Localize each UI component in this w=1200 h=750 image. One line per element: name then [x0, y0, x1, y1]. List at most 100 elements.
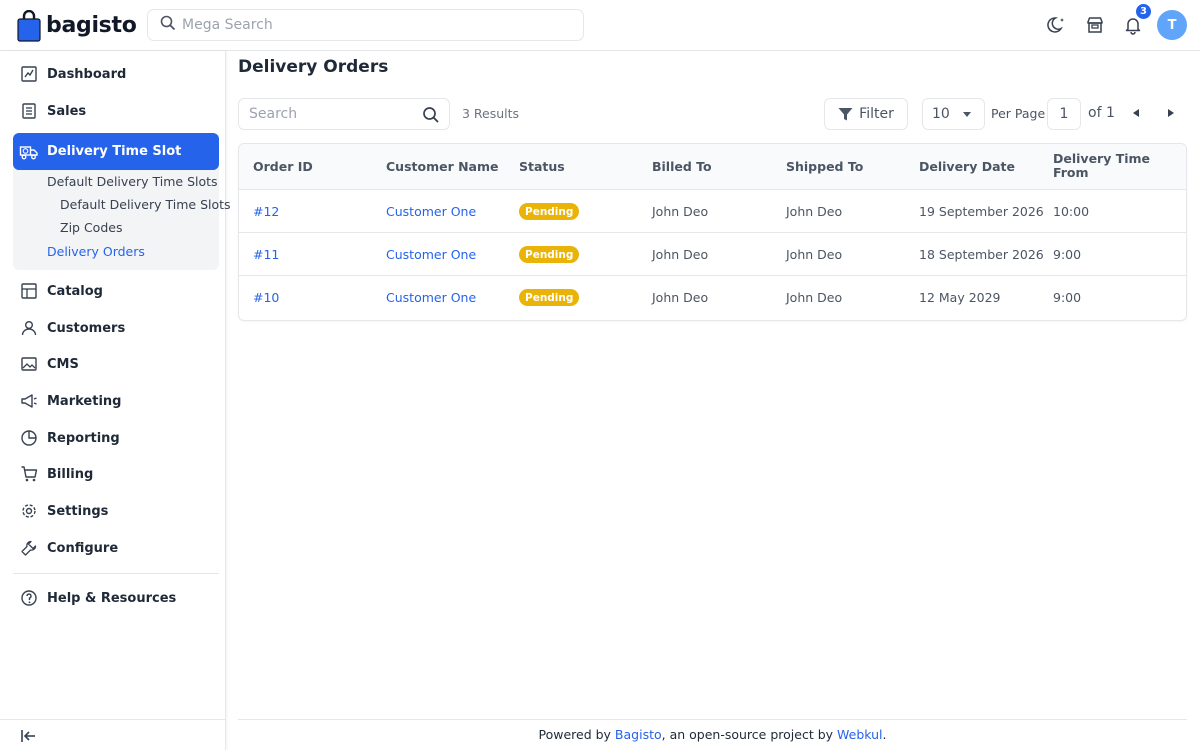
- previous-page-icon[interactable]: [1133, 109, 1139, 117]
- sidebar-item-dashboard[interactable]: Dashboard: [13, 59, 219, 89]
- page-number-input[interactable]: [1047, 98, 1081, 130]
- order-id-link[interactable]: #11: [253, 247, 279, 262]
- footer-prefix: Powered by: [538, 727, 615, 742]
- sidebar-item-label: Settings: [47, 503, 109, 519]
- delivery-truck-icon: [19, 142, 39, 162]
- customers-icon: [19, 318, 39, 338]
- sidebar-item-label: Billing: [47, 466, 94, 482]
- logo[interactable]: bagisto: [17, 9, 137, 42]
- per-page-label: Per Page: [991, 106, 1046, 121]
- pie-chart-icon: [19, 428, 39, 448]
- column-header-status[interactable]: Status: [519, 160, 565, 174]
- page-title: Delivery Orders: [238, 57, 389, 77]
- brand-name: bagisto: [46, 13, 137, 38]
- table-row: #10 Customer One Pending John Deo John D…: [239, 276, 1186, 319]
- dark-mode-icon[interactable]: [1045, 13, 1069, 37]
- gear-icon: [19, 501, 39, 521]
- search-icon[interactable]: [422, 106, 440, 128]
- delivery-date-cell: 12 May 2029: [919, 290, 1001, 305]
- mega-search-box: [147, 9, 584, 41]
- time-from-cell: 9:00: [1053, 247, 1082, 262]
- column-header-delivery-time-from[interactable]: Delivery Time From: [1053, 152, 1163, 180]
- billed-to-cell: John Deo: [652, 204, 709, 219]
- cms-icon: [19, 354, 39, 374]
- bagisto-link[interactable]: Bagisto: [615, 727, 662, 742]
- sidebar-item-label: Sales: [47, 103, 87, 119]
- total-pages-label: of 1: [1088, 105, 1115, 121]
- column-header-shipped-to[interactable]: Shipped To: [786, 160, 863, 174]
- sidebar-item-catalog[interactable]: Catalog: [13, 276, 219, 306]
- filter-icon: [838, 107, 853, 122]
- shipped-to-cell: John Deo: [786, 290, 843, 305]
- shipped-to-cell: John Deo: [786, 204, 843, 219]
- footer-middle: , an open-source project by: [661, 727, 837, 742]
- sidebar: Dashboard Sales Default Delivery Time Sl…: [0, 51, 231, 750]
- table-row: #11 Customer One Pending John Deo John D…: [239, 233, 1186, 276]
- sidebar-item-sales[interactable]: Sales: [13, 96, 219, 126]
- delivery-date-cell: 18 September 2026: [919, 247, 1044, 262]
- sidebar-item-cms[interactable]: CMS: [13, 349, 219, 379]
- billed-to-cell: John Deo: [652, 290, 709, 305]
- sidebar-item-customers[interactable]: Customers: [13, 313, 219, 343]
- help-icon: [19, 588, 39, 608]
- sidebar-collapse-toggle[interactable]: [0, 719, 226, 750]
- sidebar-item-label: Customers: [47, 320, 126, 336]
- delivery-date-cell: 19 September 2026: [919, 204, 1044, 219]
- per-page-value: 10: [932, 106, 950, 122]
- datagrid-search-box: [238, 98, 450, 130]
- status-badge: Pending: [519, 289, 580, 306]
- catalog-icon: [19, 281, 39, 301]
- mega-search-input[interactable]: [182, 17, 562, 33]
- footer-suffix: .: [882, 727, 887, 742]
- sidebar-item-billing[interactable]: Billing: [13, 459, 219, 489]
- megaphone-icon: [19, 391, 39, 411]
- column-header-billed-to[interactable]: Billed To: [652, 160, 712, 174]
- column-header-delivery-date[interactable]: Delivery Date: [919, 160, 1015, 174]
- customer-name-link[interactable]: Customer One: [386, 247, 476, 262]
- sidebar-item-label: Delivery Time Slot: [47, 144, 182, 159]
- collapse-sidebar-icon: [20, 728, 36, 748]
- sidebar-item-label: Marketing: [47, 393, 122, 409]
- order-id-link[interactable]: #10: [253, 290, 279, 305]
- notification-count-badge: 3: [1135, 3, 1152, 20]
- column-header-customer-name[interactable]: Customer Name: [386, 160, 499, 174]
- column-header-order-id[interactable]: Order ID: [253, 160, 313, 174]
- sidebar-item-settings[interactable]: Settings: [13, 496, 219, 526]
- billed-to-cell: John Deo: [652, 247, 709, 262]
- dashboard-icon: [19, 64, 39, 84]
- sidebar-item-marketing[interactable]: Marketing: [13, 386, 219, 416]
- submenu-default-delivery-time-slots-child[interactable]: Default Delivery Time Slots: [60, 197, 231, 212]
- next-page-icon[interactable]: [1168, 109, 1174, 117]
- results-count: 3 Results: [462, 106, 520, 121]
- datagrid-search-input[interactable]: [249, 106, 419, 122]
- per-page-select[interactable]: 10: [922, 98, 985, 130]
- search-icon: [160, 15, 176, 35]
- status-badge: Pending: [519, 203, 580, 220]
- sidebar-item-label: Reporting: [47, 430, 120, 446]
- sales-icon: [19, 101, 39, 121]
- sidebar-item-configure[interactable]: Configure: [13, 533, 219, 563]
- storefront-icon[interactable]: [1083, 13, 1107, 37]
- submenu-delivery-orders[interactable]: Delivery Orders: [47, 244, 145, 259]
- sidebar-item-reporting[interactable]: Reporting: [13, 423, 219, 453]
- sidebar-item-help[interactable]: Help & Resources: [13, 583, 219, 613]
- table-row: #12 Customer One Pending John Deo John D…: [239, 190, 1186, 233]
- wrench-icon: [19, 538, 39, 558]
- filter-button[interactable]: Filter: [824, 98, 908, 130]
- order-id-link[interactable]: #12: [253, 204, 279, 219]
- table-header: Order ID Customer Name Status Billed To …: [239, 144, 1186, 190]
- customer-name-link[interactable]: Customer One: [386, 290, 476, 305]
- chevron-down-icon: [963, 112, 971, 117]
- webkul-link[interactable]: Webkul: [837, 727, 883, 742]
- avatar[interactable]: T: [1157, 10, 1187, 40]
- sidebar-item-label: Catalog: [47, 283, 103, 299]
- submenu-zip-codes[interactable]: Zip Codes: [60, 220, 122, 235]
- sidebar-item-label: CMS: [47, 356, 79, 372]
- top-header: bagisto 3 T: [0, 0, 1200, 51]
- sidebar-item-delivery-time-slot[interactable]: Delivery Time Slot: [13, 133, 219, 170]
- customer-name-link[interactable]: Customer One: [386, 204, 476, 219]
- sidebar-item-label: Configure: [47, 540, 119, 556]
- submenu-default-delivery-time-slots[interactable]: Default Delivery Time Slots: [47, 174, 218, 189]
- footer: Powered by Bagisto, an open-source proje…: [238, 719, 1187, 750]
- filter-label: Filter: [859, 106, 894, 122]
